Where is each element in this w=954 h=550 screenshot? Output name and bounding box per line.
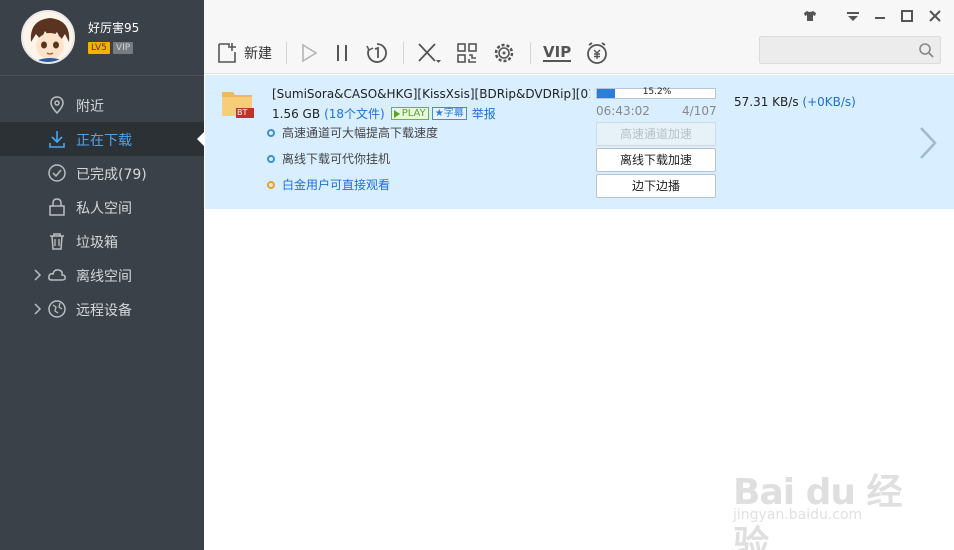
sidebar-item-completed[interactable]: 已完成(79) [0, 156, 204, 190]
qr-code-icon [457, 43, 477, 63]
progress-bar: 15.2% [596, 87, 716, 99]
start-button[interactable] [299, 38, 319, 68]
tip-fast-channel: 高速通道可大幅提高下载速度 [267, 124, 438, 150]
username[interactable]: 好厉害95 [88, 19, 139, 36]
speed-value: 57.31 KB/s [734, 95, 799, 109]
sidebar-item-remote-devices[interactable]: 远程设备 [0, 292, 204, 326]
tip-platinum[interactable]: 白金用户可直接观看 [267, 176, 438, 202]
download-arrow-icon [49, 131, 65, 148]
close-icon[interactable] [927, 8, 943, 24]
task-tips: 高速通道可大幅提高下载速度 离线下载可代你挂机 白金用户可直接观看 [267, 124, 438, 202]
toolbar: 新建 VIP [216, 38, 623, 68]
sidebar-item-downloading[interactable]: 正在下载 [0, 122, 204, 156]
payment-button[interactable] [585, 38, 609, 68]
minimize-icon[interactable] [872, 8, 888, 24]
file-type-label: BT [237, 108, 248, 117]
sidebar-item-label: 正在下载 [76, 133, 132, 149]
tip-text: 高速通道可大幅提高下载速度 [282, 126, 439, 140]
chevron-right-icon[interactable] [917, 125, 939, 161]
profile-panel: 好厉害95 LV5 VIP [0, 0, 204, 76]
subtitle-button[interactable]: ★字幕 [431, 107, 467, 120]
fast-channel-button[interactable]: 高速通道加速 [596, 122, 716, 146]
yuan-clock-icon [587, 42, 608, 64]
new-task-button[interactable]: 新建 [216, 38, 272, 68]
sidebar-item-label: 私人空间 [76, 201, 132, 217]
user-badges: LV5 VIP [88, 42, 134, 54]
search-box [759, 36, 941, 64]
vip-label: VIP [543, 43, 572, 62]
active-indicator [197, 132, 204, 146]
lock-icon [49, 198, 65, 216]
tip-text: 离线下载可代你挂机 [282, 152, 391, 166]
play-button[interactable]: PLAY [390, 107, 429, 120]
task-title[interactable]: [SumiSora&CASO&HKG][KissXsis][BDRip&DVDR… [272, 87, 590, 101]
settings-button[interactable] [492, 38, 516, 68]
priority-button[interactable] [365, 38, 389, 68]
tip-dot [267, 155, 275, 163]
menu-dropdown-icon[interactable] [845, 8, 861, 24]
play-label: PLAY [401, 108, 426, 119]
new-task-label: 新建 [244, 46, 272, 62]
time-remaining: 06:43:02 [596, 104, 650, 118]
sidebar-item-private-space[interactable]: 私人空间 [0, 190, 204, 224]
trash-icon [50, 233, 64, 250]
toolbar-divider [286, 42, 287, 64]
globe-icon [48, 300, 66, 318]
search-input[interactable] [760, 37, 910, 63]
task-row[interactable]: BT [SumiSora&CASO&HKG][KissXsis][BDRip&D… [205, 75, 954, 209]
sidebar-nav: 附近 正在下载 已完成(79) 私人空间 垃圾箱 离线空间 远程设备 [0, 88, 204, 326]
report-link[interactable]: 举报 [472, 105, 496, 122]
search-icon[interactable] [918, 42, 934, 58]
tip-dot [267, 181, 275, 189]
check-circle-icon [48, 164, 66, 182]
tip-offline: 离线下载可代你挂机 [267, 150, 438, 176]
sidebar-item-label: 附近 [76, 99, 104, 115]
gear-icon [494, 43, 514, 63]
sidebar-item-offline-space[interactable]: 离线空间 [0, 258, 204, 292]
new-file-icon [218, 43, 236, 63]
sidebar-item-label: 垃圾箱 [76, 235, 118, 251]
sidebar-item-label: 已完成(79) [76, 167, 147, 183]
sidebar-item-nearby[interactable]: 附近 [0, 88, 204, 122]
watermark: Bai du 经验 jingyan.baidu.com [733, 445, 923, 550]
toolbar-divider [530, 42, 531, 64]
sidebar-item-label: 离线空间 [76, 269, 132, 285]
sidebar-item-label: 远程设备 [76, 303, 132, 319]
delete-x-icon [418, 43, 441, 63]
pieces-count: 4/107 [682, 104, 717, 118]
task-files-link[interactable]: (18个文件) [324, 105, 385, 122]
avatar[interactable] [21, 10, 75, 64]
download-speed: 57.31 KB/s (+0KB/s) [734, 95, 856, 109]
level-badge[interactable]: LV5 [88, 42, 110, 54]
maximize-icon[interactable] [899, 8, 915, 24]
location-pin-icon [50, 96, 64, 115]
pause-icon [337, 45, 347, 61]
play-triangle-icon [393, 109, 400, 118]
offline-accelerate-button[interactable]: 离线下载加速 [596, 148, 716, 172]
delete-button[interactable] [416, 38, 442, 68]
task-meta: 1.56 GB (18个文件) PLAY ★字幕 举报 [272, 105, 496, 122]
watermark-url: jingyan.baidu.com [733, 507, 863, 523]
skin-icon[interactable] [802, 8, 818, 24]
chevron-right-icon[interactable] [32, 302, 44, 316]
top-bar: 新建 VIP [204, 0, 954, 74]
play-icon [302, 43, 318, 63]
speed-boost: (+0KB/s) [802, 95, 856, 109]
priority-one-icon [366, 43, 387, 63]
progress-percent: 15.2% [642, 87, 672, 97]
stream-play-button[interactable]: 边下边播 [596, 174, 716, 198]
task-size: 1.56 GB [272, 106, 321, 121]
pause-button[interactable] [333, 38, 351, 68]
vip-badge[interactable]: VIP [112, 42, 134, 54]
qr-code-button[interactable] [456, 38, 478, 68]
tip-dot [267, 129, 275, 137]
toolbar-divider [403, 42, 404, 64]
cloud-icon [48, 269, 66, 281]
chevron-right-icon[interactable] [32, 268, 44, 282]
sidebar: 好厉害95 LV5 VIP 附近 正在下载 已完成(79) 私人空间 垃圾箱 离… [0, 0, 204, 550]
vip-button[interactable]: VIP [543, 38, 572, 68]
sidebar-item-trash[interactable]: 垃圾箱 [0, 224, 204, 258]
tip-text[interactable]: 白金用户可直接观看 [282, 178, 390, 192]
